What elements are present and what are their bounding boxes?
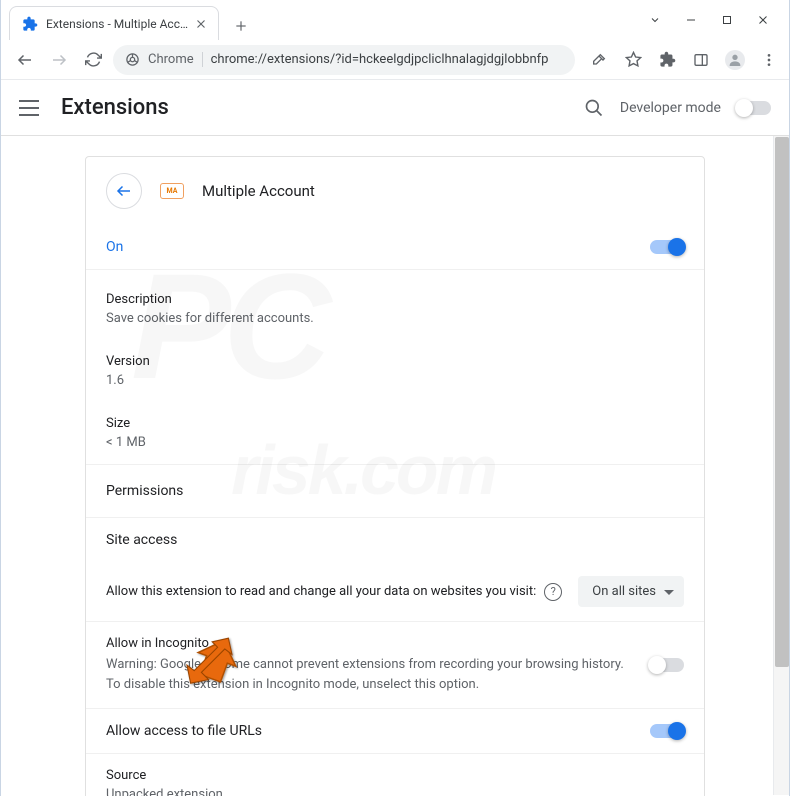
- menu-icon[interactable]: [19, 100, 39, 116]
- source-label: Source: [106, 768, 684, 783]
- source-type: Unpacked extension: [106, 787, 684, 796]
- permissions-label: Permissions: [106, 483, 183, 499]
- file-urls-toggle[interactable]: [650, 724, 684, 738]
- search-icon[interactable]: [584, 98, 604, 118]
- scrollbar-thumb[interactable]: [775, 137, 789, 667]
- description-value: Save cookies for different accounts.: [106, 311, 684, 326]
- reload-button[interactable]: [79, 46, 107, 74]
- bookmark-star-icon[interactable]: [623, 50, 643, 70]
- new-tab-button[interactable]: [227, 12, 255, 40]
- page-title: Extensions: [61, 95, 169, 120]
- file-urls-label: Allow access to file URLs: [106, 723, 262, 739]
- site-access-text: Allow this extension to read and change …: [106, 584, 536, 599]
- size-value: < 1 MB: [106, 435, 684, 450]
- extension-detail-card: MA Multiple Account On Description Save …: [85, 156, 705, 796]
- description-label: Description: [106, 292, 684, 307]
- back-arrow-button[interactable]: [106, 173, 142, 209]
- version-value: 1.6: [106, 373, 684, 388]
- extension-puzzle-icon: [22, 16, 38, 32]
- site-access-dropdown[interactable]: On all sites: [578, 576, 684, 607]
- forward-button[interactable]: [45, 46, 73, 74]
- browser-toolbar: Chrome chrome://extensions/?id=hckeelgdj…: [1, 40, 789, 80]
- share-icon[interactable]: [589, 50, 609, 70]
- close-tab-icon[interactable]: [194, 17, 208, 31]
- back-button[interactable]: [11, 46, 39, 74]
- tab-title: Extensions - Multiple Account: [46, 17, 194, 31]
- kebab-menu-icon[interactable]: [759, 50, 779, 70]
- omnibox-url: chrome://extensions/?id=hckeelgdjpcliclh…: [211, 52, 563, 67]
- site-access-label: Site access: [106, 532, 177, 548]
- extension-icon: MA: [160, 183, 184, 199]
- side-panel-icon[interactable]: [691, 50, 711, 70]
- extension-name: Multiple Account: [202, 182, 315, 200]
- toolbar-right-icons: [581, 50, 779, 70]
- close-window-icon[interactable]: [757, 14, 769, 26]
- developer-mode-toggle[interactable]: [737, 101, 771, 115]
- omnibox-prefix: Chrome: [148, 52, 203, 67]
- profile-avatar[interactable]: [725, 50, 745, 70]
- developer-mode-label: Developer mode: [620, 100, 721, 116]
- chevron-down-icon[interactable]: [649, 14, 661, 26]
- incognito-label: Allow in Incognito: [106, 636, 636, 651]
- version-label: Version: [106, 354, 684, 369]
- extensions-page-header: Extensions Developer mode: [1, 80, 789, 136]
- address-bar[interactable]: Chrome chrome://extensions/?id=hckeelgdj…: [113, 45, 575, 75]
- scrollbar[interactable]: [773, 136, 789, 795]
- status-label: On: [106, 239, 123, 255]
- extension-enabled-toggle[interactable]: [650, 240, 684, 254]
- chrome-logo-icon: [125, 52, 140, 67]
- window-titlebar: Extensions - Multiple Account: [1, 0, 789, 40]
- browser-tab[interactable]: Extensions - Multiple Account: [9, 6, 219, 40]
- help-icon[interactable]: ?: [544, 583, 562, 601]
- incognito-toggle[interactable]: [650, 658, 684, 672]
- size-label: Size: [106, 416, 684, 431]
- incognito-warning: Warning: Google Chrome cannot prevent ex…: [106, 655, 636, 694]
- window-controls: [649, 0, 789, 40]
- maximize-icon[interactable]: [721, 14, 733, 26]
- extensions-puzzle-icon[interactable]: [657, 50, 677, 70]
- minimize-icon[interactable]: [685, 14, 697, 26]
